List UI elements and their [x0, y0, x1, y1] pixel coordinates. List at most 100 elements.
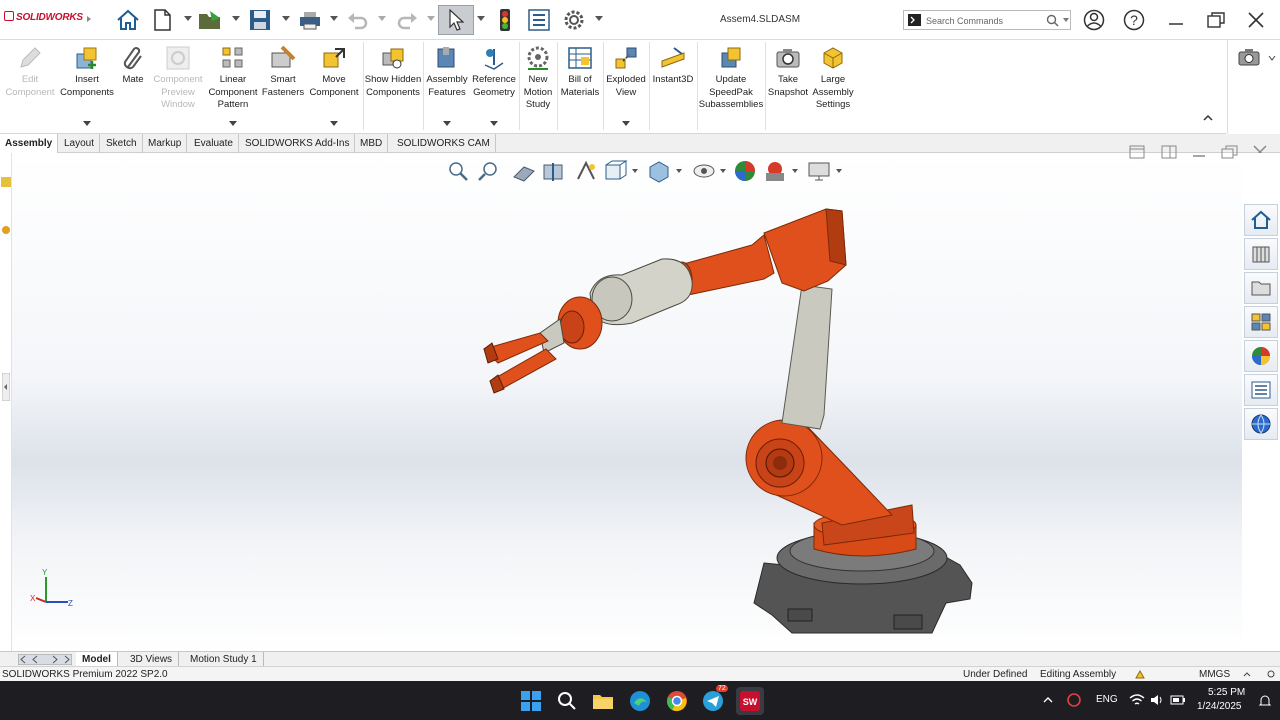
insert-components-button[interactable]: Insert Components: [58, 40, 116, 132]
component-preview-window-button[interactable]: Component Preview Window: [150, 40, 206, 132]
unit-dropdown-icon[interactable]: [1243, 671, 1251, 678]
telegram-icon[interactable]: 72: [699, 685, 728, 715]
rebuild-status-icon[interactable]: [1134, 669, 1146, 680]
view-settings-monitor-icon[interactable]: [806, 159, 834, 183]
show-hidden-tray-icon[interactable]: [1042, 695, 1054, 705]
robot-grey-link[interactable]: [781, 284, 833, 430]
view-orientation-dropdown-icon[interactable]: [632, 169, 638, 173]
file-properties-icon[interactable]: [526, 6, 552, 34]
hide-show-items-icon[interactable]: [690, 159, 718, 183]
smart-fasteners-button[interactable]: Smart Fasteners: [260, 40, 306, 132]
search-commands-field[interactable]: Search Commands: [903, 10, 1071, 30]
save-icon[interactable]: [247, 6, 273, 34]
show-hidden-components-button[interactable]: Show Hidden Components: [364, 40, 422, 132]
apply-scene-icon[interactable]: [762, 159, 790, 183]
file-explorer-icon[interactable]: [589, 687, 617, 715]
rebuild-traffic-light-icon[interactable]: [496, 6, 514, 34]
reference-geometry-button[interactable]: Reference Geometry: [470, 40, 518, 132]
viewport-minimize-icon[interactable]: [1190, 143, 1208, 161]
custom-properties-icon[interactable]: [1244, 374, 1278, 406]
wifi-icon[interactable]: [1129, 693, 1145, 707]
user-account-icon[interactable]: [1082, 8, 1106, 32]
undo-dropdown-icon[interactable]: [378, 16, 386, 21]
panel-expand-handle-icon[interactable]: [2, 373, 10, 401]
minimize-window-icon[interactable]: [1164, 8, 1188, 32]
large-assembly-settings-button[interactable]: Large Assembly Settings: [810, 40, 856, 132]
viewport-tile-icon[interactable]: [1160, 143, 1178, 161]
forum-globe-icon[interactable]: [1244, 408, 1278, 440]
sync-tray-icon[interactable]: [1066, 692, 1082, 708]
assembly-features-dropdown-icon[interactable]: [443, 121, 451, 126]
print-dropdown-icon[interactable]: [330, 16, 338, 21]
new-document-icon[interactable]: [150, 6, 174, 34]
section-view-icon[interactable]: [540, 159, 568, 183]
help-icon[interactable]: ?: [1122, 8, 1146, 32]
search-taskbar-icon[interactable]: [553, 687, 581, 715]
assembly-features-button[interactable]: Assembly Features: [424, 40, 470, 132]
reference-geometry-dropdown-icon[interactable]: [490, 121, 498, 126]
tab-solidworks-add-ins[interactable]: SOLIDWORKS Add-Ins: [240, 134, 356, 153]
instant3d-button[interactable]: Instant3D: [650, 40, 696, 132]
menu-expand-icon[interactable]: [87, 16, 91, 22]
search-icon[interactable]: [1046, 14, 1059, 27]
apply-scene-dropdown-icon[interactable]: [792, 169, 798, 173]
viewport-restore-icon[interactable]: [1220, 143, 1238, 161]
robot-gripper[interactable]: [483, 332, 557, 394]
zoom-to-fit-icon[interactable]: [446, 159, 470, 183]
move-component-button[interactable]: Move Component: [306, 40, 362, 132]
windows-start-icon[interactable]: [517, 687, 545, 715]
mate-button[interactable]: Mate: [116, 40, 150, 132]
appearances-scenes-icon[interactable]: [1244, 340, 1278, 372]
chrome-browser-icon[interactable]: [663, 687, 691, 715]
notification-bell-icon[interactable]: [1258, 694, 1272, 708]
unit-system[interactable]: MMGS: [1199, 667, 1230, 682]
clock-date[interactable]: 1/24/2025: [1197, 701, 1242, 712]
exploded-view-button[interactable]: Exploded View: [604, 40, 648, 132]
robot-elbow[interactable]: [763, 208, 847, 292]
search-dropdown-icon[interactable]: [1063, 18, 1069, 22]
solidworks-taskbar-icon[interactable]: SW: [736, 687, 764, 715]
home-icon[interactable]: [114, 6, 142, 34]
take-snapshot-button[interactable]: Take Snapshot: [766, 40, 810, 132]
tab-3d-views[interactable]: 3D Views: [124, 652, 180, 667]
insert-components-dropdown-icon[interactable]: [83, 121, 91, 126]
move-component-dropdown-icon[interactable]: [330, 121, 338, 126]
battery-icon[interactable]: [1170, 694, 1186, 706]
feature-manager-collapsed[interactable]: [0, 153, 12, 651]
camera-dropdown-icon[interactable]: [1268, 54, 1276, 62]
tab-markup[interactable]: Markup: [143, 134, 188, 153]
volume-icon[interactable]: [1150, 693, 1164, 707]
camera-icon[interactable]: [1238, 48, 1262, 66]
bill-of-materials-button[interactable]: Bill of Materials: [558, 40, 602, 132]
open-dropdown-icon[interactable]: [232, 16, 240, 21]
restore-window-icon[interactable]: [1204, 8, 1228, 32]
feature-tree-icon[interactable]: [1, 177, 11, 187]
options-gear-icon[interactable]: [560, 6, 588, 34]
hide-show-dropdown-icon[interactable]: [720, 169, 726, 173]
robot-arm-model[interactable]: Y Z X: [12, 153, 1242, 651]
undo-icon[interactable]: [345, 6, 371, 34]
new-motion-study-button[interactable]: New Motion Study: [520, 40, 556, 132]
linear-pattern-dropdown-icon[interactable]: [229, 121, 237, 126]
display-manager-icon[interactable]: [1, 225, 11, 235]
new-dropdown-icon[interactable]: [184, 16, 192, 21]
solidworks-resources-home-icon[interactable]: [1244, 204, 1278, 236]
view-orientation-icon[interactable]: [602, 159, 630, 183]
status-menu-icon[interactable]: [1266, 669, 1276, 680]
solidworks-logo[interactable]: SOLIDWORKS: [4, 11, 83, 23]
edit-component-button[interactable]: Edit Component: [2, 40, 58, 132]
tab-layout[interactable]: Layout: [59, 134, 101, 153]
open-file-icon[interactable]: [197, 6, 225, 34]
view-palette-icon[interactable]: [1244, 306, 1278, 338]
tab-mbd[interactable]: MBD: [355, 134, 389, 153]
robot-wrist-orange[interactable]: [539, 296, 603, 354]
zoom-to-area-icon[interactable]: [476, 159, 506, 183]
clock-time[interactable]: 5:25 PM: [1208, 687, 1245, 698]
tab-evaluate[interactable]: Evaluate: [189, 134, 239, 153]
robot-wrist-grey[interactable]: [589, 258, 693, 326]
display-style-icon[interactable]: [646, 159, 674, 183]
tab-scroll-arrows-icon[interactable]: [18, 654, 72, 665]
robot-lower-arm[interactable]: [745, 419, 893, 526]
graphics-area[interactable]: Y Z X: [12, 153, 1242, 651]
input-language[interactable]: ENG: [1096, 694, 1118, 705]
